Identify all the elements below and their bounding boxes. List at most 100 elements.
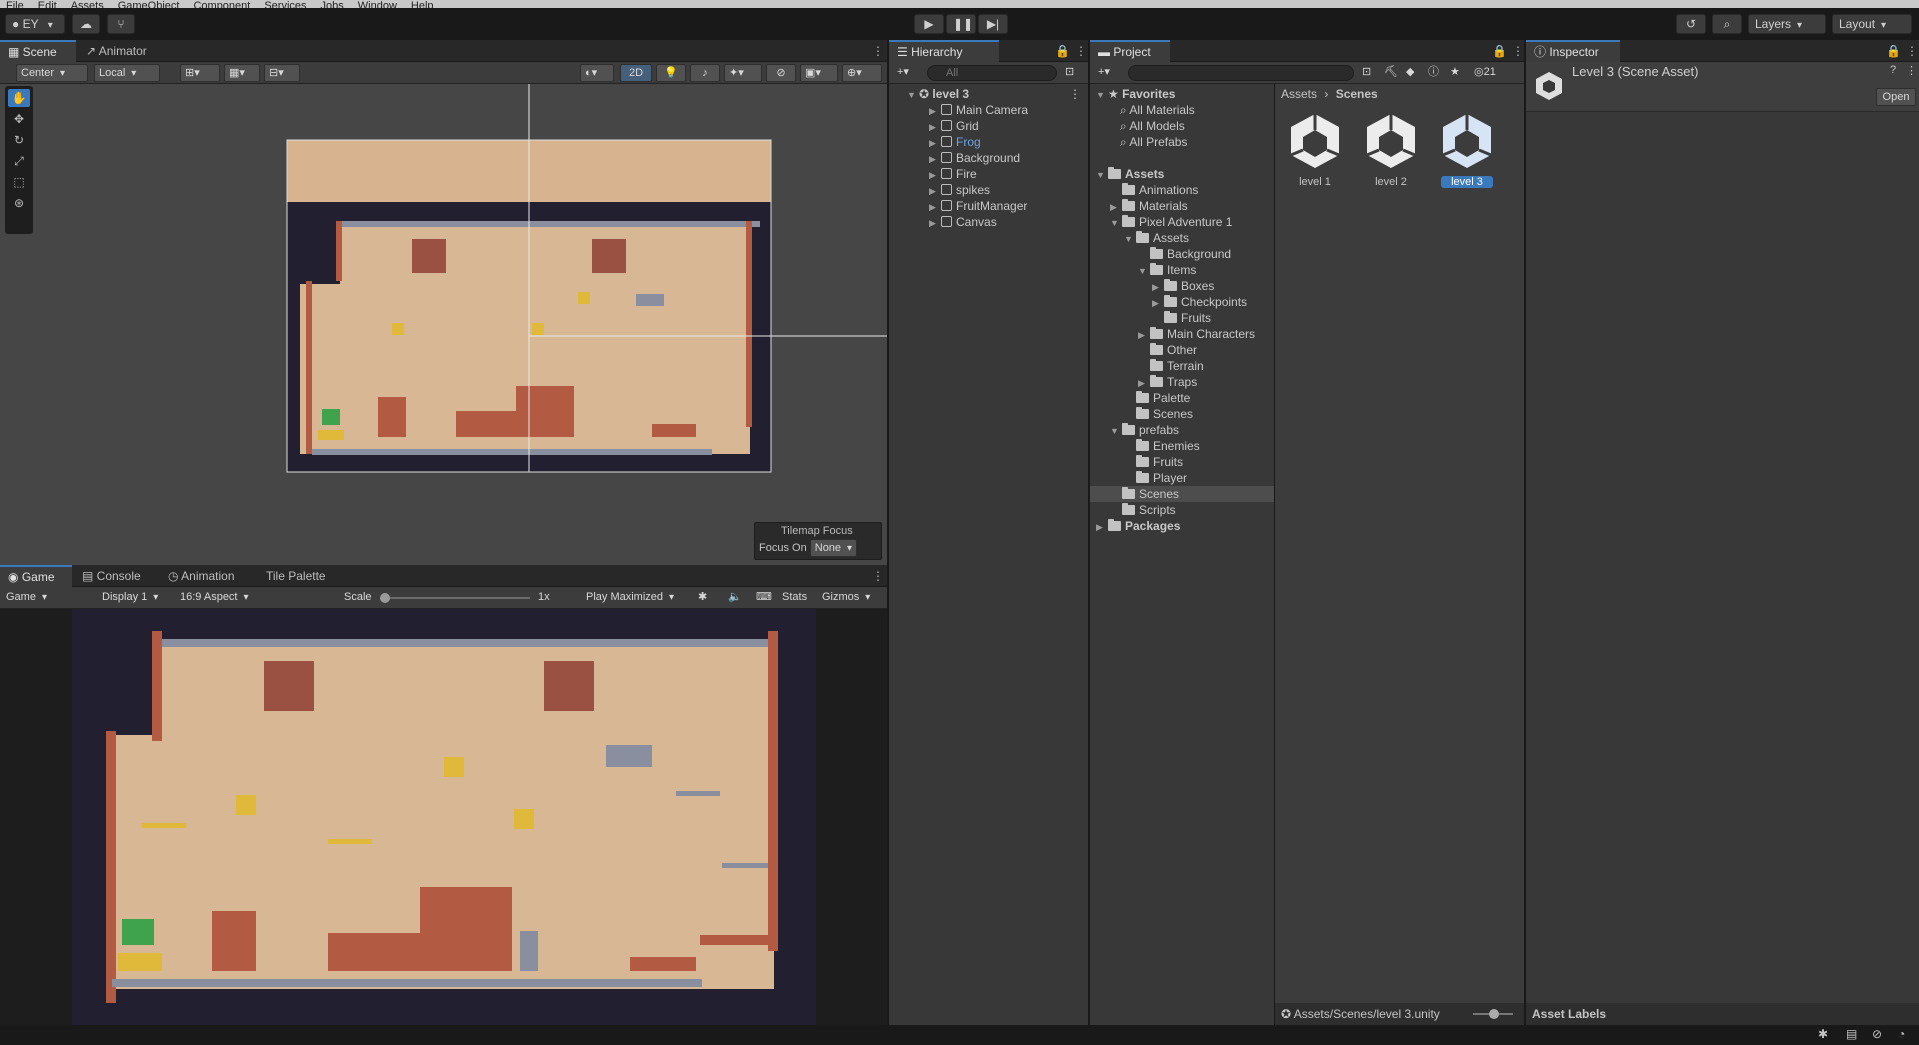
project-folder[interactable]: Scripts xyxy=(1090,502,1274,518)
folder-expand-icon[interactable]: ▶ xyxy=(1152,279,1164,295)
gizmos-button[interactable]: Gizmos xyxy=(818,589,884,607)
folder-expand-icon[interactable]: ▼ xyxy=(1110,215,1122,231)
rect-tool-icon[interactable]: ⬚ xyxy=(8,173,30,191)
project-menu-icon[interactable]: ⋮ xyxy=(1504,40,1524,62)
transform-tool-icon[interactable]: ⊛ xyxy=(8,194,30,212)
search-button[interactable]: ⌕ xyxy=(1712,14,1742,34)
scale-slider-handle[interactable] xyxy=(380,593,390,603)
layout-dropdown[interactable]: Layout xyxy=(1832,14,1912,34)
folder-expand-icon[interactable]: ▼ xyxy=(1110,423,1122,439)
menu-item[interactable]: Component xyxy=(193,0,250,8)
autogenerate-lighting-icon[interactable]: ⊘ xyxy=(1872,1027,1882,1041)
tab-inspector[interactable]: ⓘ Inspector xyxy=(1526,40,1620,62)
hierarchy-item[interactable]: ▶ Canvas xyxy=(929,214,997,230)
scale-tool-icon[interactable]: ⤢ xyxy=(8,152,30,170)
expand-arrow-icon[interactable]: ▶ xyxy=(929,199,941,215)
hierarchy-lock-icon[interactable]: 🔒 xyxy=(1047,40,1070,62)
favorite-star-icon[interactable]: ★ xyxy=(1446,64,1466,82)
folder-expand-icon[interactable]: ▶ xyxy=(1138,327,1150,343)
tab-tile-palette[interactable]: Tile Palette xyxy=(258,565,338,587)
audio-button[interactable]: ♪ xyxy=(690,64,720,82)
project-lock-icon[interactable]: 🔒 xyxy=(1484,40,1507,62)
menu-item[interactable]: Help xyxy=(411,0,434,8)
search-scope-icon[interactable]: ⊡ xyxy=(1358,64,1378,82)
play-mode-dropdown[interactable]: Play Maximized xyxy=(582,589,690,607)
scene-menu-icon[interactable]: ⋮ xyxy=(864,40,884,62)
history-button[interactable]: ↺ xyxy=(1676,14,1706,34)
icon-size-slider-handle[interactable] xyxy=(1489,1009,1499,1019)
bug-report-icon[interactable]: ✱ xyxy=(1818,1027,1828,1041)
project-folder[interactable]: ▼ Pixel Adventure 1 xyxy=(1090,214,1274,230)
camera-button[interactable]: ▣▾ xyxy=(800,64,838,82)
project-folder[interactable]: Scenes xyxy=(1090,406,1274,422)
project-folder[interactable]: Animations xyxy=(1090,182,1274,198)
hierarchy-root-scene[interactable]: ▼ ✪ level 3 ⋮ xyxy=(907,86,1085,102)
project-folder[interactable]: ▼ Assets xyxy=(1090,230,1274,246)
tab-scene[interactable]: ▦ Scene xyxy=(0,40,76,62)
expand-arrow-icon[interactable]: ▶ xyxy=(929,215,941,231)
hierarchy-menu-icon[interactable]: ⋮ xyxy=(1067,40,1087,62)
hierarchy-item[interactable]: ▶ Background xyxy=(929,150,1020,166)
aspect-dropdown[interactable]: 16:9 Aspect xyxy=(176,589,334,607)
visibility-button[interactable]: ⊘ xyxy=(766,64,796,82)
hierarchy-item[interactable]: ▶ FruitManager xyxy=(929,198,1027,214)
scale-slider[interactable] xyxy=(380,593,530,603)
tab-animator[interactable]: ↗ Animator xyxy=(78,40,162,62)
menu-item[interactable]: GameObject xyxy=(118,0,180,8)
folder-expand-icon[interactable]: ▼ xyxy=(1096,167,1108,183)
project-folder[interactable]: Other xyxy=(1090,342,1274,358)
toggle-2d-button[interactable]: 2D xyxy=(620,64,652,82)
filter-info-icon[interactable]: ⓘ xyxy=(1424,64,1444,82)
project-folder[interactable]: ▶ Main Characters xyxy=(1090,326,1274,342)
project-folder[interactable]: ▶ Boxes xyxy=(1090,278,1274,294)
hierarchy-item[interactable]: ▶ Frog xyxy=(929,134,981,150)
focus-on-dropdown[interactable]: None xyxy=(809,539,858,557)
game-menu-icon[interactable]: ⋮ xyxy=(864,565,884,587)
project-folder[interactable]: Fruits xyxy=(1090,454,1274,470)
hidden-packages-button[interactable]: ◎21 xyxy=(1470,64,1520,82)
display-dropdown[interactable]: Display 1 xyxy=(98,589,174,607)
effects-button[interactable]: ✦▾ xyxy=(724,64,762,82)
filter-label-icon[interactable]: ◆ xyxy=(1402,64,1422,82)
scene-view[interactable]: ✋ ✥ ↻ ⤢ ⬚ ⊛ Tilemap Focus Focus On None xyxy=(0,84,887,565)
lighting-button[interactable]: 💡 xyxy=(656,64,686,82)
project-folder[interactable]: Player xyxy=(1090,470,1274,486)
game-view[interactable] xyxy=(0,609,887,1025)
hierarchy-item[interactable]: ▶ Grid xyxy=(929,118,979,134)
hierarchy-item[interactable]: ▶ Fire xyxy=(929,166,977,182)
snap-button[interactable]: ⊞▾ xyxy=(180,64,220,82)
pivot-dropdown[interactable]: Center xyxy=(16,64,88,82)
menu-item[interactable]: Jobs xyxy=(321,0,344,8)
tab-project[interactable]: ▬ Project xyxy=(1090,40,1170,62)
project-folder[interactable]: ▼ prefabs xyxy=(1090,422,1274,438)
inspector-menu-icon[interactable]: ⋮ xyxy=(1898,40,1918,62)
project-folder[interactable]: ▶ Checkpoints xyxy=(1090,294,1274,310)
hierarchy-add-button[interactable]: +▾ xyxy=(893,64,923,82)
project-folder[interactable]: Palette xyxy=(1090,390,1274,406)
pause-button[interactable]: ❚❚ xyxy=(946,14,976,34)
folder-expand-icon[interactable]: ▶ xyxy=(1152,295,1164,311)
move-tool-icon[interactable]: ✥ xyxy=(8,110,30,128)
project-folder[interactable]: ▶ Packages xyxy=(1090,518,1274,534)
gizmos-scene-button[interactable]: ⊕▾ xyxy=(842,64,882,82)
favorites-header[interactable]: ▼ ★ Favorites xyxy=(1096,86,1175,102)
scene-asset-item[interactable]: level 3 xyxy=(1435,112,1499,192)
inspector-lock-icon[interactable]: 🔒 xyxy=(1878,40,1901,62)
asset-labels-header[interactable]: Asset Labels xyxy=(1526,1003,1919,1025)
favorite-item[interactable]: ⌕ All Prefabs xyxy=(1120,134,1187,150)
menu-item[interactable]: Services xyxy=(264,0,306,8)
help-icon[interactable]: ? xyxy=(1890,64,1896,76)
scene-menu-icon[interactable]: ⋮ xyxy=(1069,86,1085,102)
collab-button[interactable]: ⑂ xyxy=(107,14,135,34)
icon-size-slider[interactable] xyxy=(1473,1009,1513,1019)
stats-button[interactable]: Stats xyxy=(778,589,814,607)
hierarchy-search-input[interactable] xyxy=(927,65,1057,81)
folder-expand-icon[interactable]: ▶ xyxy=(1138,375,1150,391)
favorite-item[interactable]: ⌕ All Materials xyxy=(1120,102,1195,118)
scene-asset-item[interactable]: level 2 xyxy=(1359,112,1423,192)
layers-dropdown[interactable]: Layers xyxy=(1748,14,1826,34)
project-folder[interactable]: Scenes xyxy=(1090,486,1274,502)
tab-console[interactable]: ▤ Console xyxy=(74,565,154,587)
project-add-button[interactable]: +▾ xyxy=(1094,64,1124,82)
cache-server-icon[interactable]: ▤ xyxy=(1846,1027,1857,1041)
